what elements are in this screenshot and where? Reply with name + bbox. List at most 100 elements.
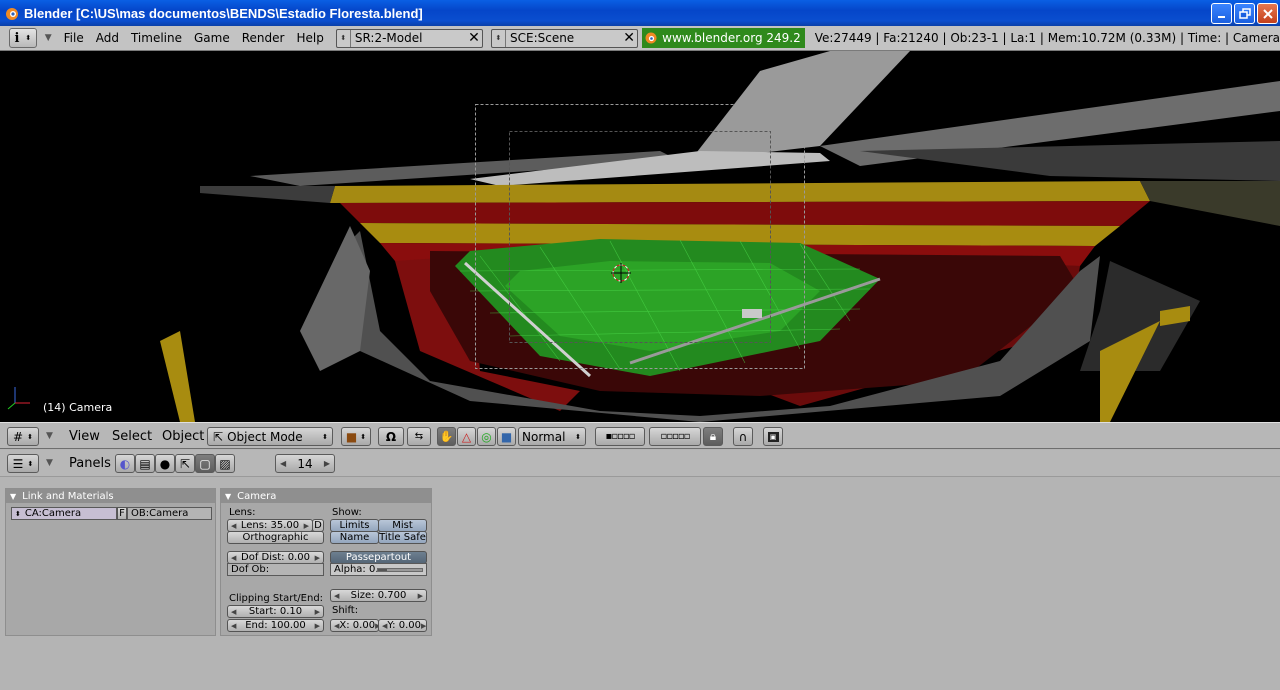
arrow-right-icon: ▶ <box>420 621 427 630</box>
script-context-button[interactable]: ▤ <box>135 454 155 473</box>
menu-timeline[interactable]: Timeline <box>125 31 188 45</box>
collapse-triangle-icon[interactable]: ▼ <box>10 492 16 501</box>
3d-viewport[interactable]: (14) Camera <box>0 51 1280 422</box>
menu-object[interactable]: Object <box>162 429 204 444</box>
orthographic-toggle[interactable]: Orthographic <box>227 531 324 544</box>
solid-cube-icon: ■ <box>345 429 358 444</box>
scene-selector[interactable]: ⬍ SCE:Scene ✕ <box>490 28 639 48</box>
arrow-right-icon[interactable]: ▶ <box>324 459 330 468</box>
blender-logo-icon <box>645 32 657 44</box>
frame-value: 14 <box>297 456 313 471</box>
camera-data-name: CA:Camera <box>24 508 82 519</box>
show-name-toggle[interactable]: Name <box>330 531 379 544</box>
lens-value: Lens: 35.00 <box>240 520 300 531</box>
pivot-point-select[interactable]: Ω <box>378 427 404 446</box>
layer-grid-icon: ▪▫▫▫▫ <box>605 431 636 442</box>
buttons-window-icon: ☰ <box>12 456 24 471</box>
restore-icon <box>1238 7 1251 19</box>
editor-type-button[interactable]: # ⬍ <box>7 427 39 446</box>
screen-name[interactable]: SR:2-Model <box>351 31 466 45</box>
panel-title: Camera <box>237 490 277 502</box>
grab-tool-toggle[interactable]: ✋ <box>437 427 456 446</box>
clip-end-field[interactable]: ◀ End: 100.00 ▶ <box>227 619 324 632</box>
render-preview-button[interactable]: ▣ <box>763 427 783 446</box>
editing-context-button[interactable]: ▢ <box>195 454 215 473</box>
camera-panel: ▼ Camera Lens: ◀ Lens: 35.00 ▶ D Orthogr… <box>220 488 432 636</box>
dof-dist-value: Dof Dist: 0.00 <box>241 552 310 563</box>
sphere-icon: ● <box>159 456 171 471</box>
window-title: Blender [C:\US\mas documentos\BENDS\Esta… <box>24 5 423 21</box>
current-frame-field[interactable]: ◀ 14 ▶ <box>275 454 335 473</box>
collapse-triangle-icon[interactable]: ▼ <box>225 492 231 501</box>
lens-label: Lens: <box>229 507 256 518</box>
object-name-field[interactable]: OB:Camera <box>127 507 212 520</box>
clip-start-field[interactable]: ◀ Start: 0.10 ▶ <box>227 605 324 618</box>
mode-select[interactable]: ⇱ Object Mode ⬍ <box>207 427 333 446</box>
panel-title: Link and Materials <box>22 490 114 502</box>
align-pivot-toggle[interactable]: ⇆ <box>407 427 431 446</box>
panels-label: Panels <box>69 456 111 471</box>
collapse-menus-icon[interactable]: ▼ <box>46 458 53 468</box>
logic-context-button[interactable]: ◐ <box>115 454 135 473</box>
panel-header[interactable]: ▼ Link and Materials <box>6 489 215 503</box>
fake-user-toggle[interactable]: F <box>117 507 127 520</box>
render-icon: ▣ <box>767 431 779 442</box>
scene-context-button[interactable]: ▨ <box>215 454 235 473</box>
arrow-left-icon: ◀ <box>231 553 237 562</box>
close-button[interactable] <box>1257 3 1278 24</box>
magnet-icon: ∩ <box>738 429 748 444</box>
lock-layers-toggle[interactable]: 🔒︎ <box>703 427 723 446</box>
dof-object-field[interactable]: Dof Ob: <box>227 563 324 576</box>
arrow-left-icon: ◀ <box>334 591 340 600</box>
menu-render[interactable]: Render <box>236 31 291 45</box>
menu-help[interactable]: Help <box>290 31 329 45</box>
collapse-menus-icon[interactable]: ▼ <box>46 431 53 441</box>
delete-screen-icon[interactable]: ✕ <box>466 30 482 47</box>
logic-icon: ◐ <box>119 456 131 471</box>
menu-file[interactable]: File <box>58 31 90 45</box>
blender-org-link[interactable]: www.blender.org 249.2 <box>642 28 805 48</box>
ortho-size-field[interactable]: ◀ Size: 0.700 ▶ <box>330 589 427 602</box>
buttons-panels-area: ▼ Link and Materials ⬍ CA:Camera F OB:Cam… <box>0 477 1280 690</box>
manipulator-translate[interactable]: △ <box>457 427 476 446</box>
passepartout-alpha-slider[interactable]: Alpha: 0. <box>330 563 427 576</box>
window-type-button[interactable]: i ⬍ <box>9 28 37 48</box>
minimize-button[interactable] <box>1211 3 1232 24</box>
shift-y-field[interactable]: ◀ Y: 0.00 ▶ <box>378 619 427 632</box>
layer-buttons-2[interactable]: ▫▫▫▫▫ <box>649 427 701 446</box>
arrow-right-icon: ▶ <box>314 607 320 616</box>
menu-add[interactable]: Add <box>90 31 125 45</box>
pivot-icon: Ω <box>385 429 397 444</box>
proportional-edit-button[interactable]: ∩ <box>733 427 753 446</box>
title-safe-toggle[interactable]: Title Safe <box>378 531 427 544</box>
menu-select[interactable]: Select <box>112 429 152 444</box>
object-context-button[interactable]: ⇱ <box>175 454 195 473</box>
camera-data-field[interactable]: ⬍ CA:Camera <box>11 507 117 520</box>
transform-orientation-select[interactable]: Normal ⬍ <box>518 427 586 446</box>
screen-selector[interactable]: ⬍ SR:2-Model ✕ <box>335 28 483 48</box>
draw-type-select[interactable]: ■ ⬍ <box>341 427 371 446</box>
arrow-left-icon[interactable]: ◀ <box>280 459 286 468</box>
menu-view[interactable]: View <box>69 429 100 444</box>
square-icon: ■ <box>500 429 513 444</box>
manipulator-rotate[interactable]: ◎ <box>477 427 496 446</box>
layer-buttons-1[interactable]: ▪▫▫▫▫ <box>595 427 645 446</box>
collapse-menus-icon[interactable]: ▼ <box>45 33 52 43</box>
pivot-align-icon: ⇆ <box>414 431 424 442</box>
panel-header[interactable]: ▼ Camera <box>221 489 431 503</box>
orientation-label: Normal <box>522 429 566 444</box>
show-label: Show: <box>332 507 362 518</box>
maximize-button[interactable] <box>1234 3 1255 24</box>
shift-label: Shift: <box>332 605 359 616</box>
delete-scene-icon[interactable]: ✕ <box>621 30 637 47</box>
scene-stats: Ve:27449 | Fa:21240 | Ob:23-1 | La:1 | M… <box>814 31 1280 45</box>
manipulator-scale[interactable]: ■ <box>497 427 516 446</box>
active-object-label: (14) Camera <box>43 401 113 414</box>
size-value: Size: 0.700 <box>350 590 407 601</box>
scene-name[interactable]: SCE:Scene <box>506 31 621 45</box>
arrow-right-icon: ▶ <box>314 621 320 630</box>
shift-x-field[interactable]: ◀ X: 0.00 ▶ <box>330 619 379 632</box>
menu-game[interactable]: Game <box>188 31 236 45</box>
editor-type-button[interactable]: ☰ ⬍ <box>7 454 39 473</box>
shading-context-button[interactable]: ● <box>155 454 175 473</box>
